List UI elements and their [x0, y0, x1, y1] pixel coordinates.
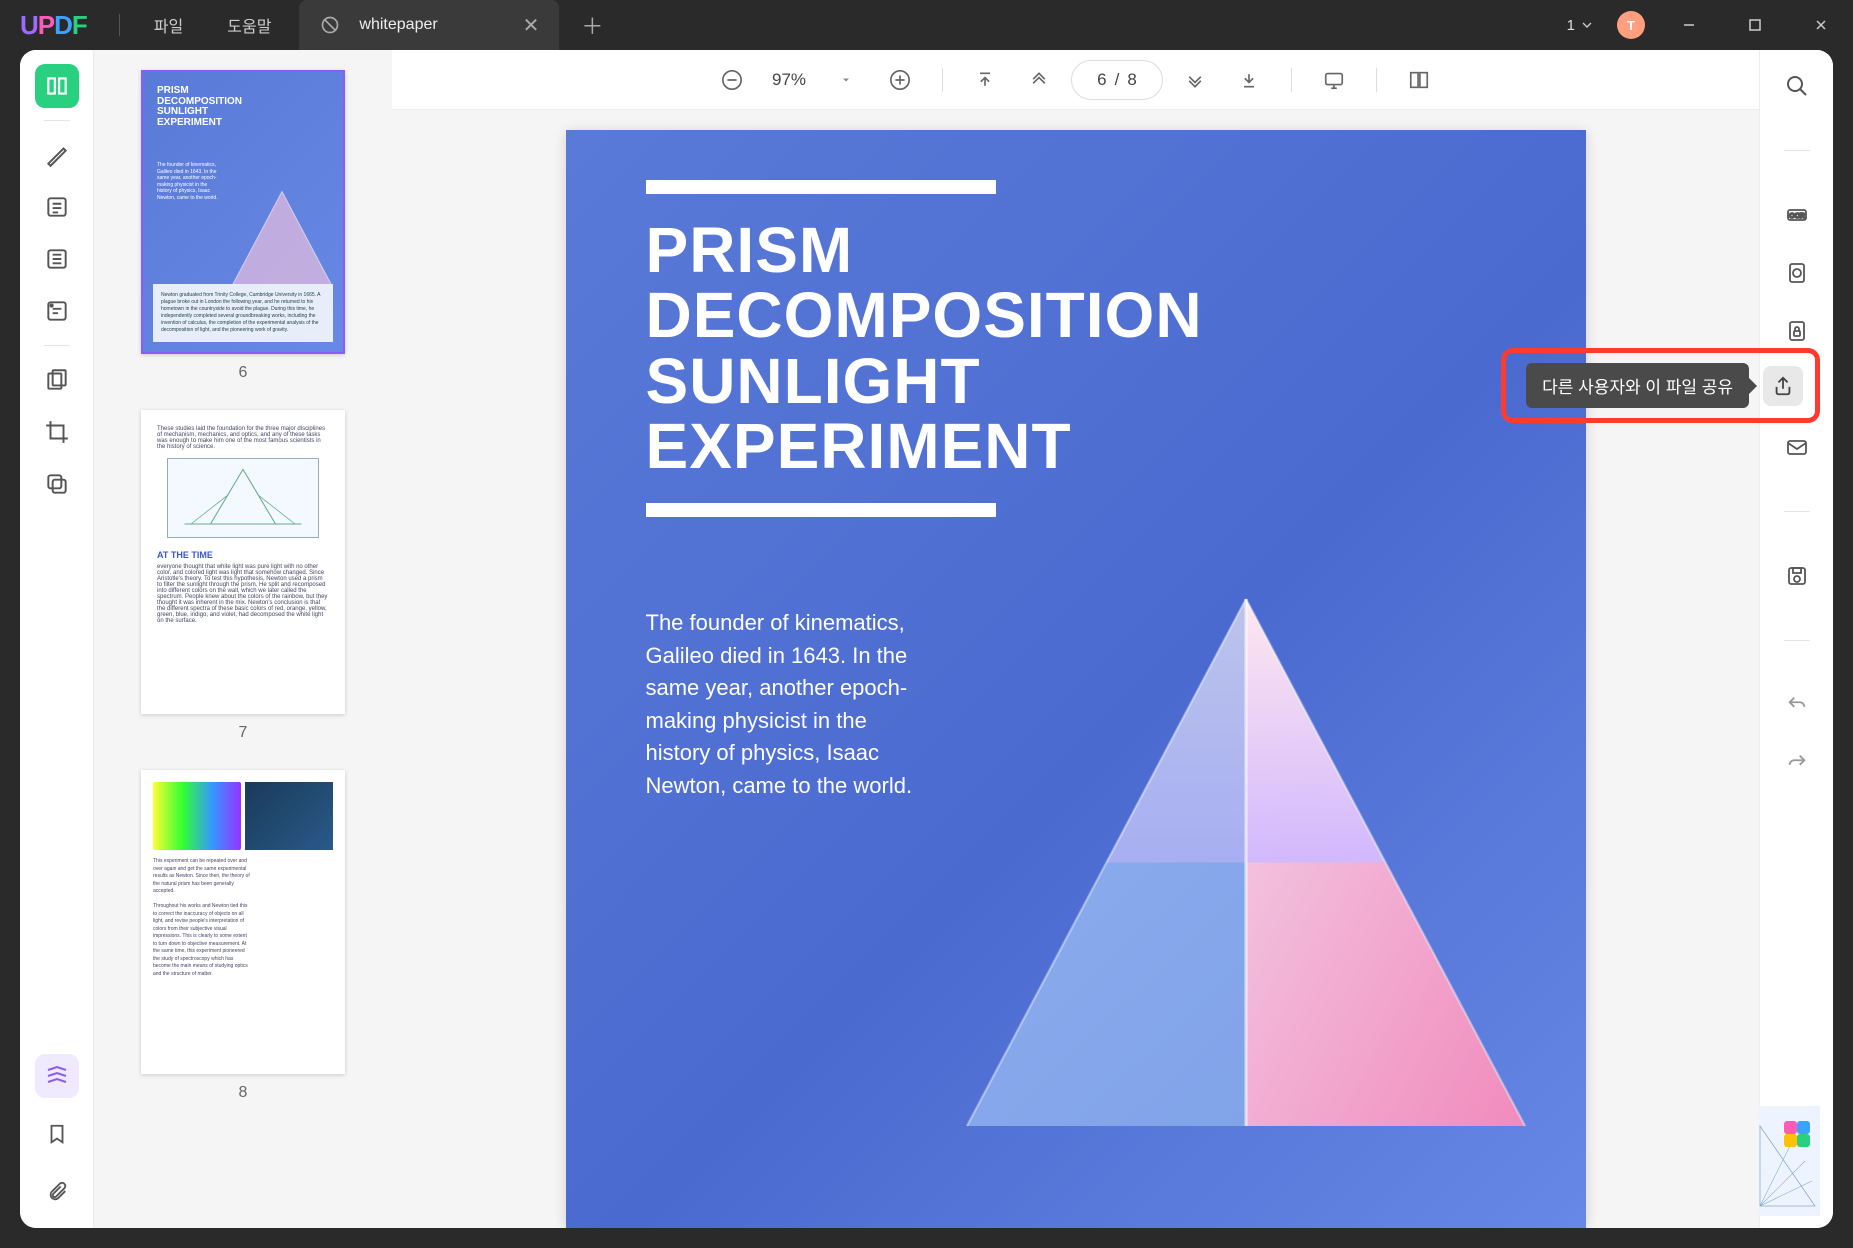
prev-page-button[interactable]: [1017, 58, 1061, 102]
decoration-bar: [646, 180, 996, 194]
total-pages: 8: [1127, 70, 1136, 90]
email-button[interactable]: [1775, 425, 1819, 469]
main-document-view: 97% 6 / 8: [392, 50, 1759, 1228]
document-tab[interactable]: whitepaper ✕: [299, 0, 559, 50]
thumbnail-number: 8: [239, 1084, 248, 1102]
protect-button[interactable]: [1775, 309, 1819, 353]
window-maximize-button[interactable]: [1733, 10, 1777, 40]
separator: [942, 68, 943, 92]
separator: [44, 345, 70, 346]
window-minimize-button[interactable]: [1667, 10, 1711, 40]
app-window: UPDF 파일 도움말 whitepaper ✕ ＋ 1 T: [0, 0, 1853, 1248]
thumb-preview-text: The founder of kinematics, Galileo died …: [157, 162, 219, 201]
search-button[interactable]: [1775, 64, 1819, 108]
share-button[interactable]: [1763, 366, 1803, 406]
separator: [1376, 68, 1377, 92]
reader-mode-button[interactable]: [35, 64, 79, 108]
svg-text:OCR: OCR: [1789, 213, 1805, 220]
titlebar: UPDF 파일 도움말 whitepaper ✕ ＋ 1 T: [0, 0, 1853, 50]
page-indicator[interactable]: 6 / 8: [1071, 60, 1163, 100]
presentation-button[interactable]: [1312, 58, 1356, 102]
crop-tool[interactable]: [35, 410, 79, 454]
first-page-button[interactable]: [963, 58, 1007, 102]
tab-close-button[interactable]: ✕: [523, 13, 540, 38]
attachments-panel-button[interactable]: [35, 1170, 79, 1214]
next-page-button[interactable]: [1173, 58, 1217, 102]
organize-pages-tool[interactable]: [35, 358, 79, 402]
thumb-diagram: [167, 458, 319, 538]
form-tool[interactable]: [35, 289, 79, 333]
current-page: 6: [1097, 70, 1106, 90]
thumb-preview-text: These studies laid the foundation for th…: [157, 426, 329, 450]
tab-title: whitepaper: [359, 16, 504, 34]
document-count[interactable]: 1: [1567, 17, 1595, 34]
document-title: PRISM DECOMPOSITION SUNLIGHT EXPERIMENT: [646, 218, 1586, 479]
user-avatar[interactable]: T: [1617, 11, 1645, 39]
highlighter-tool[interactable]: [35, 133, 79, 177]
thumbnail-page-8[interactable]: This experiment can be repeated over and…: [141, 770, 345, 1074]
zoom-dropdown-button[interactable]: [824, 58, 868, 102]
thumb-title: PRISMDECOMPOSITIONSUNLIGHTEXPERIMENT: [157, 86, 242, 128]
zoom-in-button[interactable]: [878, 58, 922, 102]
tooltip-text: 다른 사용자와 이 파일 공유: [1526, 363, 1749, 408]
comment-tool[interactable]: [35, 185, 79, 229]
new-tab-button[interactable]: ＋: [581, 9, 603, 41]
ocr-button[interactable]: OCR: [1775, 193, 1819, 237]
document-page: PRISM DECOMPOSITION SUNLIGHT EXPERIMENT …: [566, 130, 1586, 1228]
tab-document-icon: [319, 14, 341, 36]
thumbnail-number: 7: [239, 724, 248, 742]
thumb-images: [153, 782, 333, 850]
convert-button[interactable]: [1775, 251, 1819, 295]
document-body-text: The founder of kinematics, Galileo died …: [646, 607, 936, 802]
decoration-bar: [646, 503, 996, 517]
share-tooltip-callout: 다른 사용자와 이 파일 공유: [1501, 348, 1820, 423]
document-scroll-area[interactable]: PRISM DECOMPOSITION SUNLIGHT EXPERIMENT …: [392, 110, 1759, 1228]
app-logo: UPDF: [20, 10, 87, 41]
view-toolbar: 97% 6 / 8: [392, 50, 1759, 110]
undo-button[interactable]: [1775, 683, 1819, 727]
titlebar-right: 1 T: [1567, 10, 1843, 40]
menu-file[interactable]: 파일: [132, 13, 205, 37]
count-value: 1: [1567, 17, 1575, 34]
thumbnail-number: 6: [239, 364, 248, 382]
right-toolbar: OCR: [1759, 50, 1833, 1228]
separator: [44, 120, 70, 121]
thumbnails-panel[interactable]: PRISMDECOMPOSITIONSUNLIGHTEXPERIMENT The…: [94, 50, 392, 1228]
divider: [119, 14, 120, 36]
zoom-out-button[interactable]: [710, 58, 754, 102]
menu-help[interactable]: 도움말: [205, 13, 293, 37]
separator: [1291, 68, 1292, 92]
page-separator: /: [1115, 70, 1120, 90]
prism-illustration: [936, 568, 1556, 1188]
watermark-tool[interactable]: [35, 462, 79, 506]
window-close-button[interactable]: [1799, 10, 1843, 40]
separator: [1784, 640, 1810, 641]
separator: [1784, 511, 1810, 512]
thumbnails-panel-button[interactable]: [35, 1054, 79, 1098]
last-page-button[interactable]: [1227, 58, 1271, 102]
thumb-preview-text: This experiment can be repeated over and…: [153, 858, 252, 978]
thumb-headline: AT THE TIME: [157, 550, 329, 560]
thumbnail-page-7[interactable]: These studies laid the foundation for th…: [141, 410, 345, 714]
bookmarks-panel-button[interactable]: [35, 1112, 79, 1156]
thumb-caption: Newton graduated from Trinity College, C…: [153, 284, 333, 342]
save-button[interactable]: [1775, 554, 1819, 598]
thumbnail-page-6[interactable]: PRISMDECOMPOSITIONSUNLIGHTEXPERIMENT The…: [141, 70, 345, 354]
separator: [1784, 150, 1810, 151]
share-icon: [1772, 375, 1794, 397]
page-layout-button[interactable]: [1397, 58, 1441, 102]
zoom-level: 97%: [764, 70, 814, 90]
redo-button[interactable]: [1775, 741, 1819, 785]
thumb-preview-text: everyone thought that white light was pu…: [157, 564, 329, 624]
edit-text-tool[interactable]: [35, 237, 79, 281]
app-body: PRISMDECOMPOSITIONSUNLIGHTEXPERIMENT The…: [20, 50, 1833, 1228]
left-toolbar: [20, 50, 94, 1228]
